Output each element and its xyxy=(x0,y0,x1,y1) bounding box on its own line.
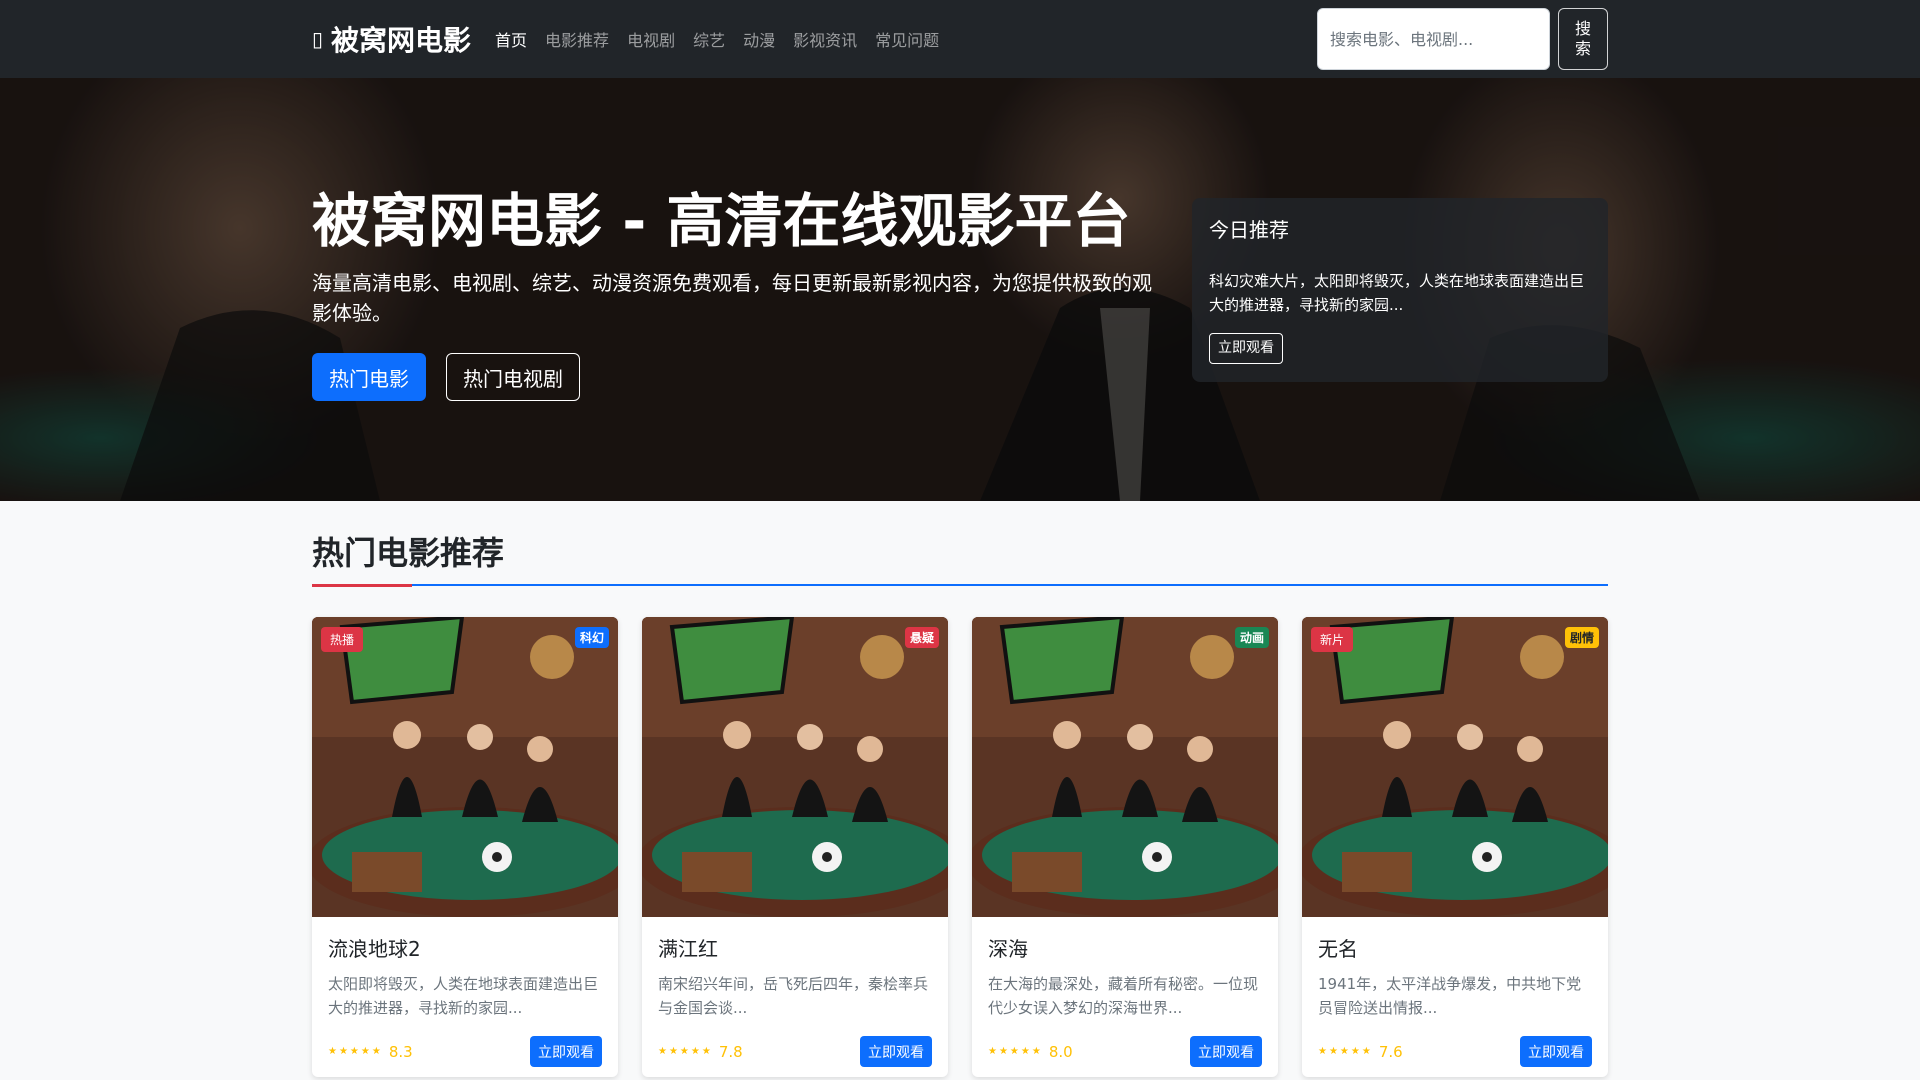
movie-rating: ★★★★★ 8.3 xyxy=(328,1043,413,1061)
movie-card[interactable]: 动画 深海 在大海的最深处，藏着所有秘密。一位现代少女误入梦幻的深海世界... … xyxy=(972,617,1278,1077)
star-icon: ★★★★★ xyxy=(988,1046,1043,1057)
navbar: ▯ 被窝网电影 首页 电影推荐 电视剧 综艺 动漫 影视资讯 常见问题 搜索 xyxy=(0,0,1920,78)
movie-card[interactable]: 悬疑 满江红 南宋绍兴年间，岳飞死后四年，秦桧率兵与金国会谈... ★★★★★ … xyxy=(642,617,948,1077)
watch-now-button[interactable]: 立即观看 xyxy=(530,1036,602,1067)
watch-now-button[interactable]: 立即观看 xyxy=(860,1036,932,1067)
movie-title[interactable]: 无名 xyxy=(1318,933,1592,962)
hero-banner: 被窝网电影 - 高清在线观影平台 海量高清电影、电视剧、综艺、动漫资源免费观看，… xyxy=(0,78,1920,501)
badge-hot: 热播 xyxy=(321,627,364,652)
nav-links: 首页 电影推荐 电视剧 综艺 动漫 影视资讯 常见问题 xyxy=(495,27,957,51)
watch-now-button[interactable]: 立即观看 xyxy=(1190,1036,1262,1067)
search-input[interactable] xyxy=(1317,8,1550,70)
movie-description: 太阳即将毁灭，人类在地球表面建造出巨大的推进器，寻找新的家园... xyxy=(328,975,599,1017)
watch-now-button[interactable]: 立即观看 xyxy=(1520,1036,1592,1067)
card-body: 无名 1941年，太平洋战争爆发，中共地下党员冒险送出情报... ★★★★★ 7… xyxy=(1302,917,1608,1067)
today-title: 今日推荐 xyxy=(1209,218,1289,242)
nav-link-movies[interactable]: 电影推荐 xyxy=(545,27,609,51)
poster-image xyxy=(642,617,948,917)
hero-title: 被窝网电影 - 高清在线观影平台 xyxy=(312,187,1131,255)
movie-rating: ★★★★★ 7.8 xyxy=(658,1043,743,1061)
nav-link-faq[interactable]: 常见问题 xyxy=(875,27,939,51)
genre-badge: 科幻 xyxy=(574,627,609,648)
search-button[interactable]: 搜索 xyxy=(1558,8,1608,70)
genre-badge: 悬疑 xyxy=(904,627,939,648)
card-footer: ★★★★★ 8.0 立即观看 xyxy=(988,1036,1262,1067)
card-footer: ★★★★★ 7.8 立即观看 xyxy=(658,1036,932,1067)
movie-title[interactable]: 满江红 xyxy=(658,933,932,962)
movie-poster[interactable]: 悬疑 xyxy=(642,617,948,917)
navbar-inner: ▯ 被窝网电影 首页 电影推荐 电视剧 综艺 动漫 影视资讯 常见问题 搜索 xyxy=(312,0,1608,78)
rating-value: 7.8 xyxy=(718,1042,743,1061)
card-footer: ★★★★★ 7.6 立即观看 xyxy=(1318,1036,1592,1067)
nav-link-tv[interactable]: 电视剧 xyxy=(627,27,675,51)
rating-value: 7.6 xyxy=(1378,1042,1403,1061)
poster-image xyxy=(312,617,618,917)
badge-new: 新片 xyxy=(1311,627,1354,652)
poster-image xyxy=(972,617,1278,917)
movie-description: 南宋绍兴年间，岳飞死后四年，秦桧率兵与金国会谈... xyxy=(658,975,929,1017)
movie-poster[interactable]: 热播 科幻 xyxy=(312,617,618,917)
section-divider xyxy=(312,584,1608,586)
movie-card[interactable]: 新片 剧情 无名 1941年，太平洋战争爆发，中共地下党员冒险送出情报... ★… xyxy=(1302,617,1608,1077)
nav-link-variety[interactable]: 综艺 xyxy=(693,27,725,51)
star-icon: ★★★★★ xyxy=(328,1046,383,1057)
card-body: 流浪地球2 太阳即将毁灭，人类在地球表面建造出巨大的推进器，寻找新的家园... … xyxy=(312,917,618,1067)
star-icon: ★★★★★ xyxy=(1318,1046,1373,1057)
genre-badge: 动画 xyxy=(1234,627,1269,648)
nav-link-anime[interactable]: 动漫 xyxy=(743,27,775,51)
section-divider-accent xyxy=(312,584,412,587)
star-icon: ★★★★★ xyxy=(658,1046,713,1057)
movie-rating: ★★★★★ 8.0 xyxy=(988,1043,1073,1061)
movie-description: 在大海的最深处，藏着所有秘密。一位现代少女误入梦幻的深海世界... xyxy=(988,975,1259,1017)
movie-card[interactable]: 热播 科幻 流浪地球2 太阳即将毁灭，人类在地球表面建造出巨大的推进器，寻找新的… xyxy=(312,617,618,1077)
movie-poster[interactable]: 新片 剧情 xyxy=(1302,617,1608,917)
rating-value: 8.0 xyxy=(1048,1042,1073,1061)
search-form: 搜索 xyxy=(1317,8,1608,70)
today-watch-button[interactable]: 立即观看 xyxy=(1209,333,1283,364)
hero-subtitle: 海量高清电影、电视剧、综艺、动漫资源免费观看，每日更新最新影视内容，为您提供极致… xyxy=(312,271,1152,325)
rating-value: 8.3 xyxy=(388,1042,413,1061)
today-description: 科幻灾难大片，太阳即将毁灭，人类在地球表面建造出巨大的推进器，寻找新的家园... xyxy=(1209,272,1585,314)
genre-badge: 剧情 xyxy=(1564,627,1599,648)
section-title: 热门电影推荐 xyxy=(312,534,505,572)
card-footer: ★★★★★ 8.3 立即观看 xyxy=(328,1036,602,1067)
movie-rating: ★★★★★ 7.6 xyxy=(1318,1043,1403,1061)
movie-title[interactable]: 流浪地球2 xyxy=(328,933,602,962)
nav-link-news[interactable]: 影视资讯 xyxy=(793,27,857,51)
movie-poster[interactable]: 动画 xyxy=(972,617,1278,917)
movie-card-grid: 热播 科幻 流浪地球2 太阳即将毁灭，人类在地球表面建造出巨大的推进器，寻找新的… xyxy=(312,617,1608,1077)
movie-title[interactable]: 深海 xyxy=(988,933,1262,962)
poster-image xyxy=(1302,617,1608,917)
hot-movies-button[interactable]: 热门电影 xyxy=(312,353,426,401)
card-body: 满江红 南宋绍兴年间，岳飞死后四年，秦桧率兵与金国会谈... ★★★★★ 7.8… xyxy=(642,917,948,1067)
brand-logo[interactable]: ▯ 被窝网电影 xyxy=(312,19,471,59)
hot-tv-button[interactable]: 热门电视剧 xyxy=(446,353,580,401)
card-body: 深海 在大海的最深处，藏着所有秘密。一位现代少女误入梦幻的深海世界... ★★★… xyxy=(972,917,1278,1067)
movie-description: 1941年，太平洋战争爆发，中共地下党员冒险送出情报... xyxy=(1318,975,1582,1017)
today-recommendation-card: 今日推荐 科幻灾难大片，太阳即将毁灭，人类在地球表面建造出巨大的推进器，寻找新的… xyxy=(1192,198,1608,382)
brand-name: 被窝网电影 xyxy=(331,24,472,57)
film-icon: ▯ xyxy=(312,27,324,51)
nav-link-home[interactable]: 首页 xyxy=(495,27,527,51)
